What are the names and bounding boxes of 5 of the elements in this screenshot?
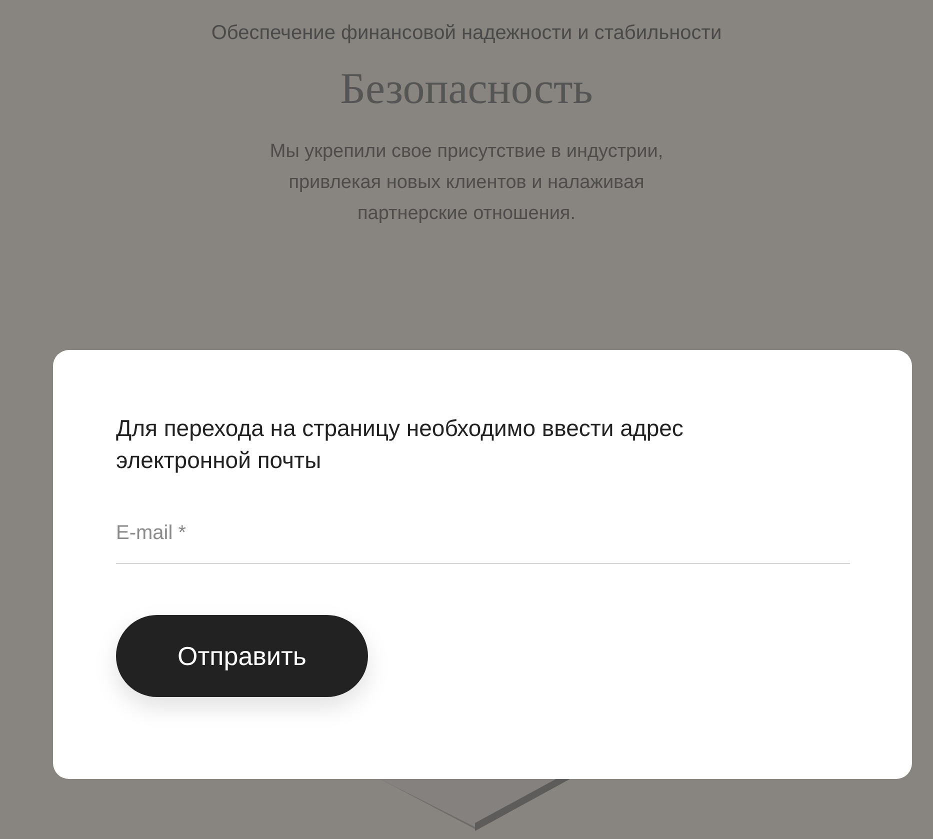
section-subtitle: Обеспечение финансовой надежности и стабильности	[211, 22, 722, 45]
email-field[interactable]: E-mail *	[116, 506, 850, 564]
section-description: Мы укрепили свое присутствие в индустрии, привлекая новых клиентов и налаживая партнерские отношения.	[268, 140, 664, 226]
submit-button[interactable]: Отправить	[116, 615, 368, 697]
dialog-message: Для перехода на страницу необходимо ввести адрес электронной почты	[116, 414, 684, 475]
